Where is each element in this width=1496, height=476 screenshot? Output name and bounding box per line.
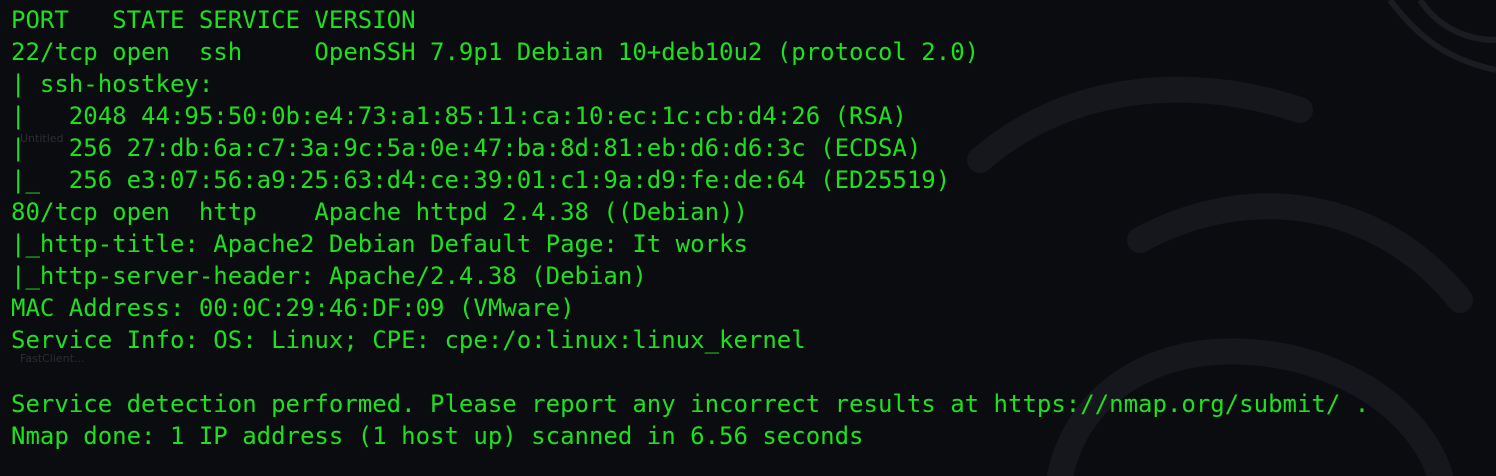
ssh-hostkey-line: | ssh-hostkey:	[11, 70, 228, 98]
http-title-line: |_http-title: Apache2 Debian Default Pag…	[11, 230, 748, 258]
service-detection-line: Service detection performed. Please repo…	[11, 390, 1370, 418]
mac-address-line: MAC Address: 00:0C:29:46:DF:09 (VMware)	[11, 294, 575, 322]
rsa-key-line: | 2048 44:95:50:0b:e4:73:a1:85:11:ca:10:…	[11, 102, 907, 130]
port-80-line: 80/tcp open http Apache httpd 2.4.38 ((D…	[11, 198, 748, 226]
nmap-header-line: PORT STATE SERVICE VERSION	[11, 6, 416, 34]
service-info-line: Service Info: OS: Linux; CPE: cpe:/o:lin…	[11, 326, 806, 354]
port-22-line: 22/tcp open ssh OpenSSH 7.9p1 Debian 10+…	[11, 38, 980, 66]
nmap-done-line: Nmap done: 1 IP address (1 host up) scan…	[11, 422, 864, 450]
ed25519-key-line: |_ 256 e3:07:56:a9:25:63:d4:ce:39:01:c1:…	[11, 166, 951, 194]
ecdsa-key-line: | 256 27:db:6a:c7:3a:9c:5a:0e:47:ba:8d:8…	[11, 134, 922, 162]
terminal-output[interactable]: PORT STATE SERVICE VERSION 22/tcp open ss…	[11, 4, 1496, 452]
http-server-header-line: |_http-server-header: Apache/2.4.38 (Deb…	[11, 262, 647, 290]
